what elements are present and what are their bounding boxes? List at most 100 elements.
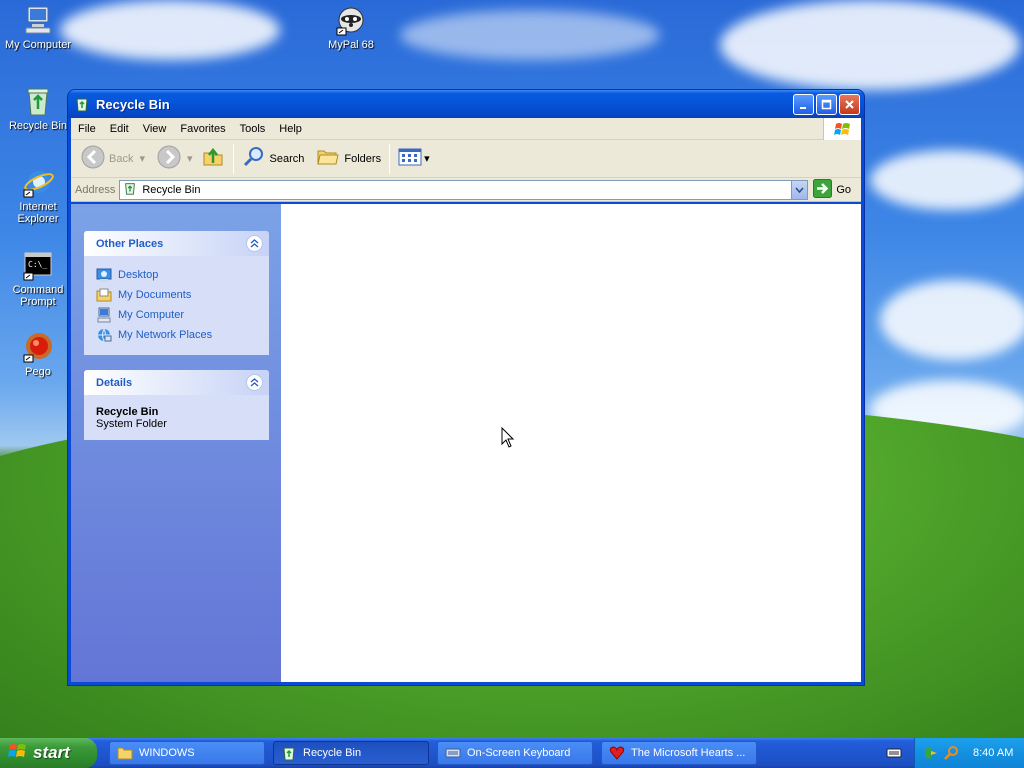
my-computer-icon: [96, 307, 112, 323]
desktop-icon-label: Pego: [25, 366, 51, 378]
details-type: System Folder: [96, 418, 167, 430]
internet-explorer-icon: [22, 166, 54, 198]
link-my-computer[interactable]: My Computer: [96, 305, 257, 325]
svg-text:C:\_: C:\_: [28, 260, 47, 269]
menu-tools[interactable]: Tools: [233, 123, 273, 135]
close-button[interactable]: [839, 93, 860, 115]
recycle-bin-icon: [281, 745, 297, 761]
desktop-icon-label-line1: Internet: [19, 201, 57, 213]
menu-help[interactable]: Help: [272, 123, 309, 135]
address-dropdown-button[interactable]: [791, 180, 808, 199]
back-label: Back: [109, 152, 134, 165]
link-label: My Computer: [118, 309, 185, 321]
views-dropdown-icon: ▾: [424, 153, 430, 165]
maximize-button[interactable]: [816, 93, 837, 115]
menu-favorites[interactable]: Favorites: [173, 123, 232, 135]
toolbar-separator: [232, 143, 234, 174]
go-arrow-icon: [813, 178, 833, 201]
search-label: Search: [269, 152, 305, 165]
desktop-icon-label-line2: Explorer: [17, 213, 59, 225]
search-icon: [242, 145, 266, 172]
back-dropdown-icon[interactable]: ▾: [139, 152, 145, 165]
desktop-icon-label: MyPal 68: [328, 39, 374, 51]
taskbar-button-hearts[interactable]: The Microsoft Hearts ...: [601, 741, 757, 765]
folder-icon: [117, 745, 133, 761]
system-tray: 8:40 AM: [914, 738, 1024, 768]
back-arrow-icon: [81, 145, 105, 172]
link-my-documents[interactable]: My Documents: [96, 285, 257, 305]
task-pane: Other Places Desktop My Documents My Com…: [71, 204, 281, 682]
magnifier-tray-icon[interactable]: [943, 745, 959, 761]
search-button[interactable]: Search: [238, 144, 309, 174]
desktop-icon-pego[interactable]: Pego: [3, 331, 73, 378]
taskbar: start WINDOWS Recycle Bin On-Screen Keyb…: [0, 738, 1024, 768]
recycle-bin-icon: [123, 181, 137, 198]
desktop-icon-label-line2: Prompt: [20, 296, 56, 308]
network-places-icon: [96, 327, 112, 343]
address-bar: Address Recycle Bin Go: [71, 178, 861, 202]
other-places-header[interactable]: Other Places: [84, 231, 269, 256]
address-value: Recycle Bin: [142, 183, 201, 196]
details-panel: Details Recycle Bin System Folder: [84, 370, 269, 440]
desktop-icon-command-prompt[interactable]: C:\_ Command Prompt: [3, 249, 73, 308]
desktop-icon-label-line1: Command: [12, 284, 64, 296]
menu-file[interactable]: File: [71, 123, 103, 135]
up-folder-button[interactable]: [197, 144, 229, 174]
forward-button[interactable]: ▾: [153, 144, 197, 174]
keyboard-icon: [445, 745, 461, 761]
taskbar-label: Recycle Bin: [303, 747, 362, 759]
start-button[interactable]: start: [0, 738, 97, 768]
window-content: Other Places Desktop My Documents My Com…: [71, 204, 861, 682]
windows-logo-icon: [823, 118, 861, 140]
address-input[interactable]: Recycle Bin: [119, 179, 809, 200]
network-tray-icon[interactable]: [923, 745, 939, 761]
taskbar-button-windows[interactable]: WINDOWS: [109, 741, 265, 765]
menu-edit[interactable]: Edit: [103, 123, 136, 135]
forward-dropdown-icon[interactable]: ▾: [187, 152, 193, 165]
desktop-icon-label: My Computer: [4, 39, 72, 51]
go-button[interactable]: Go: [813, 178, 857, 201]
mouse-cursor-icon: [501, 426, 515, 452]
clock[interactable]: 8:40 AM: [973, 747, 1013, 759]
desktop-icon-internet-explorer[interactable]: Internet Explorer: [3, 166, 73, 225]
details-header[interactable]: Details: [84, 370, 269, 395]
taskbar-button-recycle-bin[interactable]: Recycle Bin: [273, 741, 429, 765]
window-title: Recycle Bin: [96, 96, 170, 112]
minimize-button[interactable]: [793, 93, 814, 115]
other-places-title: Other Places: [96, 237, 164, 250]
link-label: My Documents: [118, 289, 192, 301]
recycle-bin-window: Recycle Bin File Edit View Favorites Too…: [67, 89, 865, 686]
file-list-area[interactable]: [281, 204, 861, 682]
desktop-icon-mypal[interactable]: MyPal 68: [316, 4, 386, 51]
raccoon-icon: [335, 4, 367, 36]
start-label: start: [33, 743, 70, 762]
views-icon: [398, 147, 422, 170]
title-bar[interactable]: Recycle Bin: [68, 90, 864, 118]
desktop-icon-label: Recycle Bin: [8, 120, 68, 132]
desktop-icon-my-computer[interactable]: My Computer: [3, 4, 73, 51]
keyboard-tray-icon[interactable]: [886, 745, 902, 764]
collapse-chevron-icon[interactable]: [246, 235, 263, 252]
details-title: Details: [96, 376, 133, 389]
back-button[interactable]: Back ▾: [77, 144, 149, 174]
link-desktop[interactable]: Desktop: [96, 265, 257, 285]
heart-icon: [609, 745, 625, 761]
my-documents-icon: [96, 287, 112, 303]
menu-view[interactable]: View: [136, 123, 174, 135]
command-prompt-icon: C:\_: [22, 249, 54, 281]
link-my-network-places[interactable]: My Network Places: [96, 325, 257, 345]
windows-flag-icon: [8, 742, 28, 765]
taskbar-button-on-screen-keyboard[interactable]: On-Screen Keyboard: [437, 741, 593, 765]
recycle-bin-icon: [74, 96, 90, 112]
views-button[interactable]: ▾: [394, 144, 434, 174]
taskbar-label: On-Screen Keyboard: [467, 747, 571, 759]
my-computer-icon: [22, 4, 54, 36]
recycle-bin-icon: [22, 85, 54, 117]
details-name: Recycle Bin: [96, 406, 159, 418]
link-label: Desktop: [118, 269, 159, 281]
desktop-icon-recycle-bin[interactable]: Recycle Bin: [3, 85, 73, 132]
address-label: Address: [75, 183, 116, 196]
folders-button[interactable]: Folders: [312, 144, 385, 174]
collapse-chevron-icon[interactable]: [246, 374, 263, 391]
up-folder-icon: [201, 145, 225, 172]
